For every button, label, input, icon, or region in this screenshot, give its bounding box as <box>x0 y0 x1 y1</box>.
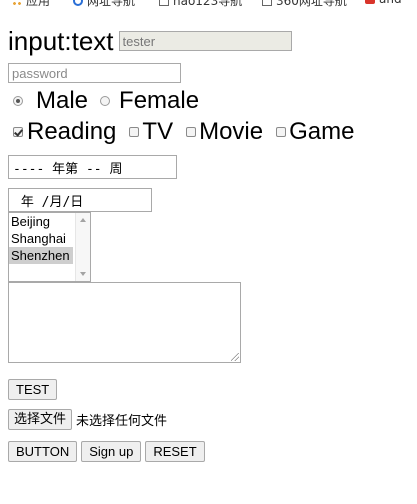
scroll-up-arrow-icon[interactable] <box>80 218 86 222</box>
city-option-shanghai[interactable]: Shanghai <box>9 230 73 247</box>
red-logo-icon <box>365 0 375 4</box>
bookmark-label: 网址导航 <box>87 0 136 8</box>
page-icon <box>159 0 169 6</box>
bookmark-label: and <box>379 0 402 6</box>
globe-icon <box>73 0 83 6</box>
radio-female[interactable] <box>100 96 111 106</box>
week-input[interactable]: ---- 年第 -- 周 <box>8 155 177 179</box>
bookmark-apps[interactable]: 应用 <box>12 0 50 8</box>
file-row: 选择文件 未选择任何文件 <box>8 409 167 430</box>
button-button[interactable]: BUTTON <box>8 441 78 462</box>
file-status-text: 未选择任何文件 <box>76 414 168 429</box>
choose-file-button[interactable]: 选择文件 <box>8 409 73 430</box>
checkbox-reading[interactable] <box>13 127 23 137</box>
apps-icon <box>12 0 22 6</box>
action-buttons-row: BUTTON Sign up RESET <box>8 441 205 462</box>
radio-female-label: Female <box>119 87 200 114</box>
text-row-label: input:text <box>8 25 114 56</box>
checkbox-movie-label: Movie <box>199 118 264 145</box>
bookmarks-bar: 应用 网址导航 hao123导航 360网址导航 and <box>0 0 417 8</box>
week-row: ---- 年第 -- 周 <box>8 155 177 179</box>
checkbox-game-label: Game <box>289 118 355 145</box>
checkbox-movie[interactable] <box>186 127 197 137</box>
bookmark-360[interactable]: 360网址导航 <box>262 0 347 8</box>
scroll-down-arrow-icon[interactable] <box>80 272 86 276</box>
page-icon <box>262 0 272 6</box>
city-option-beijing[interactable]: Beijing <box>9 213 73 230</box>
signup-button[interactable]: Sign up <box>81 441 142 462</box>
checkbox-tv-label: TV <box>142 118 174 145</box>
listbox-scrollbar[interactable] <box>75 213 90 281</box>
checkbox-reading-label: Reading <box>27 118 117 145</box>
gender-row: Male Female <box>8 87 199 115</box>
disabled-text-input <box>118 31 292 51</box>
test-button[interactable]: TEST <box>8 379 58 400</box>
bookmark-label: hao123导航 <box>173 0 243 8</box>
textarea[interactable] <box>8 282 241 363</box>
test-row: TEST <box>8 379 58 400</box>
checkbox-tv[interactable] <box>129 127 140 137</box>
page: 应用 网址导航 hao123导航 360网址导航 and input:text … <box>0 0 417 504</box>
bookmark-label: 360网址导航 <box>276 0 347 8</box>
text-row: input:text <box>8 26 292 56</box>
checkbox-game[interactable] <box>276 127 287 137</box>
bookmark-and[interactable]: and <box>365 0 402 6</box>
city-select[interactable]: Beijing Shanghai Shenzhen <box>8 212 91 282</box>
radio-male[interactable] <box>13 96 23 106</box>
reset-button[interactable]: RESET <box>145 441 205 462</box>
password-row <box>8 63 181 83</box>
bookmark-label: 应用 <box>26 0 51 8</box>
hobbies-row: Reading TV Movie Game <box>8 118 354 146</box>
password-input[interactable] <box>8 63 181 83</box>
radio-male-label: Male <box>36 87 89 114</box>
city-option-shenzhen[interactable]: Shenzhen <box>9 247 73 264</box>
date-input[interactable]: 年 /月/日 <box>8 188 152 212</box>
resize-handle-icon[interactable] <box>231 353 239 361</box>
bookmark-wangzhi[interactable]: 网址导航 <box>73 0 135 8</box>
date-row: 年 /月/日 <box>8 188 152 212</box>
bookmark-hao123[interactable]: hao123导航 <box>159 0 242 8</box>
